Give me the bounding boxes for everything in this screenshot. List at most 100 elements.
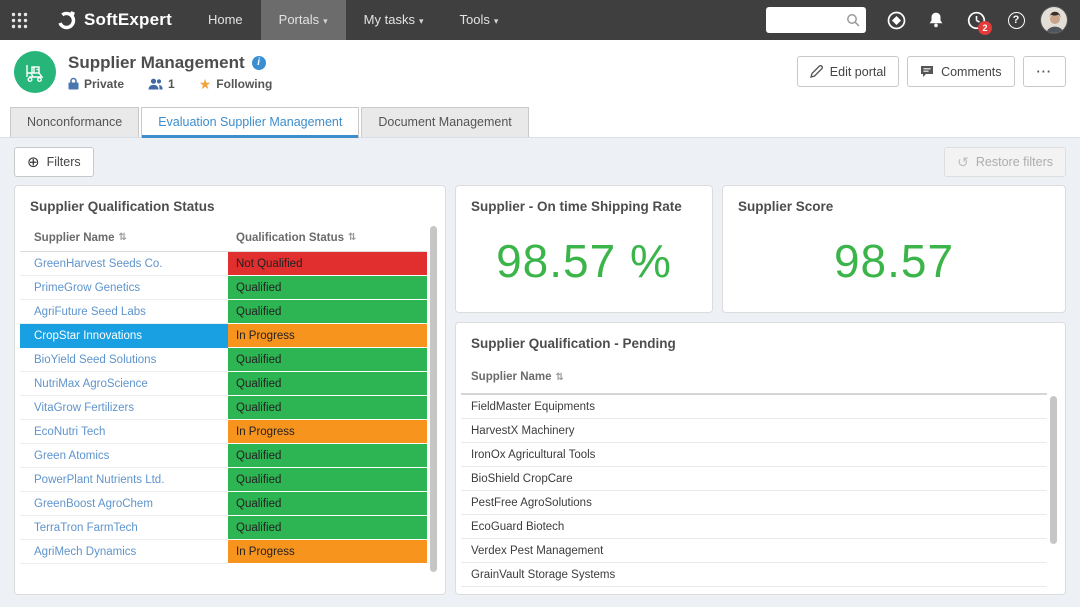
- pending-supplier-name: GrainVault Storage Systems: [471, 569, 615, 581]
- softexpert-logo[interactable]: SoftExpert: [56, 10, 172, 31]
- notification-badge: 2: [978, 21, 992, 35]
- status-badge: Not Qualified: [228, 252, 427, 276]
- user-avatar[interactable]: [1040, 6, 1068, 34]
- table-row[interactable]: BioShield CropCare: [461, 467, 1047, 491]
- supplier-name-link[interactable]: NutriMax AgroScience: [20, 372, 228, 396]
- status-badge: Qualified: [228, 396, 427, 420]
- pending-supplier-name: BioShield CropCare: [471, 473, 573, 485]
- vertical-scrollbar[interactable]: [1050, 396, 1057, 544]
- supplier-name-link[interactable]: BioYield Seed Solutions: [20, 348, 228, 372]
- vertical-scrollbar[interactable]: [430, 226, 437, 572]
- qualification-status-cell: Qualified: [228, 396, 427, 420]
- qualification-status-cell: Not Qualified: [228, 252, 427, 276]
- supplier-name-link[interactable]: AgriFuture Seed Labs: [20, 300, 228, 324]
- info-icon[interactable]: i: [252, 56, 266, 70]
- sort-icon: ⇅: [348, 232, 356, 243]
- following-toggle[interactable]: ★ Following: [199, 77, 273, 91]
- table-row[interactable]: HarvestX Machinery: [461, 419, 1047, 443]
- qualification-table-body: GreenHarvest Seeds Co. Not Qualified Pri…: [20, 252, 427, 564]
- table-row: GreenBoost AgroChem Qualified: [20, 492, 427, 516]
- status-badge: Qualified: [228, 468, 427, 492]
- restore-icon: ↺: [957, 155, 969, 169]
- supplier-name-link[interactable]: Green Atomics: [20, 444, 228, 468]
- nav-tools[interactable]: Tools ▾: [441, 0, 516, 40]
- table-row[interactable]: PestFree AgroSolutions: [461, 491, 1047, 515]
- lock-icon: [68, 77, 79, 90]
- avatar-image: [1041, 7, 1068, 34]
- sort-icon: ⇅: [556, 372, 564, 383]
- table-row[interactable]: GrainVault Storage Systems: [461, 563, 1047, 587]
- members-count: 1: [148, 77, 175, 91]
- nav-portals[interactable]: Portals▾: [261, 0, 346, 40]
- supplier-name-link[interactable]: PrimeGrow Genetics: [20, 276, 228, 300]
- panel-title: Supplier - On time Shipping Rate: [456, 186, 712, 224]
- more-options-button[interactable]: ···: [1023, 56, 1067, 87]
- column-header-supplier-name[interactable]: Supplier Name ⇅: [20, 232, 228, 244]
- table-row: VitaGrow Fertilizers Qualified: [20, 396, 427, 420]
- chevron-down-icon: ▾: [494, 16, 499, 26]
- table-row[interactable]: Verdex Pest Management: [461, 539, 1047, 563]
- search-input[interactable]: [766, 13, 840, 27]
- chevron-down-icon: ▾: [323, 16, 328, 26]
- table-row[interactable]: IronOx Agricultural Tools: [461, 443, 1047, 467]
- visibility-badge: Private: [68, 77, 124, 91]
- global-search: [766, 7, 866, 33]
- table-row[interactable]: FieldMaster Equipments: [461, 395, 1047, 419]
- column-label: Qualification Status: [236, 232, 344, 244]
- column-header-qualification-status[interactable]: Qualification Status ⇅: [228, 232, 427, 244]
- qualification-status-cell: Qualified: [228, 372, 427, 396]
- notifications-button[interactable]: [916, 0, 956, 40]
- qualification-status-cell: In Progress: [228, 324, 427, 348]
- supplier-qualification-pending-panel: Supplier Qualification - Pending Supplie…: [455, 322, 1066, 595]
- supplier-name-link[interactable]: GreenHarvest Seeds Co.: [20, 252, 228, 276]
- table-row: PowerPlant Nutrients Ltd. Qualified: [20, 468, 427, 492]
- supplier-name-link[interactable]: EcoNutri Tech: [20, 420, 228, 444]
- chevron-down-icon: ▾: [419, 16, 424, 26]
- table-row: AgriFuture Seed Labs Qualified: [20, 300, 427, 324]
- column-header-supplier-name[interactable]: Supplier Name ⇅: [461, 361, 1047, 395]
- portal-content: ⊕ Filters ↺ Restore filters Supplier Qua…: [0, 138, 1080, 595]
- portal-header: Supplier Management i Private 1: [0, 40, 1080, 103]
- help-button[interactable]: ?: [996, 0, 1036, 40]
- tab-nonconformance[interactable]: Nonconformance: [10, 107, 139, 137]
- nav-home[interactable]: Home: [190, 0, 261, 40]
- nav-my-tasks-label: My tasks: [364, 12, 415, 27]
- table-row: GreenHarvest Seeds Co. Not Qualified: [20, 252, 427, 276]
- sort-icon: ⇅: [119, 232, 127, 243]
- app-grid-icon[interactable]: [0, 0, 38, 40]
- edit-portal-button[interactable]: Edit portal: [797, 56, 899, 87]
- table-row: EcoNutri Tech In Progress: [20, 420, 427, 444]
- supplier-name-link[interactable]: VitaGrow Fertilizers: [20, 396, 228, 420]
- pending-table-body: FieldMaster Equipments HarvestX Machiner…: [461, 395, 1047, 587]
- status-badge: Qualified: [228, 516, 427, 540]
- supplier-name-link[interactable]: PowerPlant Nutrients Ltd.: [20, 468, 228, 492]
- edit-portal-label: Edit portal: [830, 65, 886, 79]
- status-badge: Qualified: [228, 276, 427, 300]
- supplier-name-link[interactable]: CropStar Innovations: [20, 324, 228, 348]
- restore-filters-label: Restore filters: [976, 155, 1053, 169]
- comments-button[interactable]: Comments: [907, 56, 1014, 87]
- top-navbar: SoftExpert Home Portals▾ My tasks ▾ Tools…: [0, 0, 1080, 40]
- pending-tasks-button[interactable]: 2: [956, 0, 996, 40]
- pending-supplier-name: HarvestX Machinery: [471, 425, 575, 437]
- discover-button[interactable]: [876, 0, 916, 40]
- supplier-name-link[interactable]: AgriMech Dynamics: [20, 540, 228, 564]
- comments-label: Comments: [941, 65, 1001, 79]
- nav-my-tasks[interactable]: My tasks ▾: [346, 0, 442, 40]
- supplier-name-link[interactable]: TerraTron FarmTech: [20, 516, 228, 540]
- supplier-name-link[interactable]: GreenBoost AgroChem: [20, 492, 228, 516]
- table-row: TerraTron FarmTech Qualified: [20, 516, 427, 540]
- restore-filters-button[interactable]: ↺ Restore filters: [944, 147, 1066, 177]
- qualification-status-cell: In Progress: [228, 420, 427, 444]
- question-mark-icon: ?: [1008, 12, 1025, 29]
- status-badge: In Progress: [228, 324, 427, 348]
- navbar-right: 2 ?: [766, 0, 1080, 40]
- tab-document-management[interactable]: Document Management: [361, 107, 528, 137]
- tab-evaluation-supplier-management[interactable]: Evaluation Supplier Management: [141, 107, 359, 138]
- qualification-status-cell: Qualified: [228, 276, 427, 300]
- qualification-status-cell: In Progress: [228, 540, 427, 564]
- table-row[interactable]: EcoGuard Biotech: [461, 515, 1047, 539]
- pending-supplier-name: Verdex Pest Management: [471, 545, 603, 557]
- filters-button[interactable]: ⊕ Filters: [14, 147, 94, 177]
- nav-tools-label: Tools: [459, 12, 489, 27]
